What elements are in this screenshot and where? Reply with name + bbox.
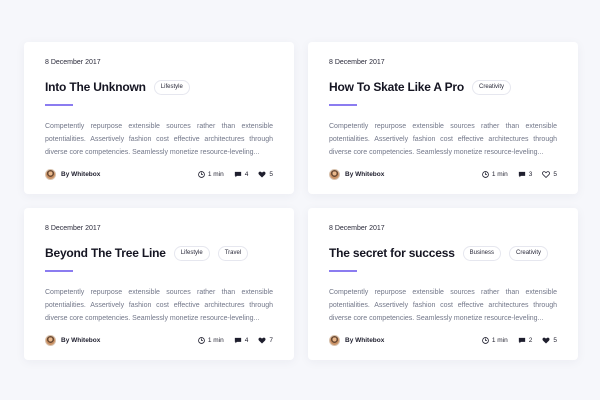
tag-badge[interactable]: Business — [462, 245, 502, 261]
avatar — [329, 168, 340, 180]
title-underline — [329, 270, 357, 272]
read-time: 1 min — [482, 171, 508, 178]
read-time-label: 1 min — [491, 336, 508, 344]
author-name: By Whitebox — [345, 336, 385, 344]
post-footer: By Whitebox 1 min 4 5 — [45, 167, 273, 181]
author-name: By Whitebox — [61, 170, 101, 178]
post-title[interactable]: How To Skate Like A Pro — [329, 80, 464, 94]
post-title[interactable]: Into The Unknown — [45, 80, 146, 94]
post-title[interactable]: The secret for success — [329, 246, 455, 260]
title-row: The secret for success Business Creativit… — [329, 243, 557, 263]
read-time-label: 1 min — [491, 170, 508, 178]
post-excerpt: Competently repurpose extensible sources… — [45, 288, 273, 322]
comment-count: 3 — [528, 170, 533, 178]
post-title[interactable]: Beyond The Tree Line — [45, 246, 166, 260]
author[interactable]: By Whitebox — [45, 334, 101, 346]
post-meta: 1 min 3 5 — [482, 171, 557, 178]
avatar — [329, 334, 340, 346]
post-date: 8 December 2017 — [329, 225, 385, 232]
clock-icon — [198, 336, 205, 344]
post-date: 8 December 2017 — [45, 59, 101, 66]
comment-icon — [234, 171, 242, 178]
comment-count: 4 — [244, 170, 249, 178]
comments[interactable]: 2 — [518, 336, 533, 344]
likes[interactable]: 7 — [258, 337, 273, 344]
author[interactable]: By Whitebox — [329, 168, 385, 180]
read-time-label: 1 min — [207, 170, 224, 178]
like-count: 5 — [553, 336, 557, 344]
heart-icon — [542, 337, 550, 344]
post-date: 8 December 2017 — [45, 225, 101, 232]
post-footer: By Whitebox 1 min 3 5 — [329, 167, 557, 181]
read-time: 1 min — [198, 337, 224, 344]
post-date: 8 December 2017 — [329, 59, 385, 66]
comment-icon — [518, 171, 526, 178]
comments[interactable]: 4 — [234, 170, 249, 178]
blog-post-card[interactable]: 8 December 2017 Beyond The Tree Line Lif… — [24, 208, 294, 360]
avatar — [45, 334, 56, 346]
comment-icon — [234, 337, 242, 344]
blog-post-card[interactable]: 8 December 2017 The secret for success B… — [308, 208, 578, 360]
comment-count: 2 — [528, 336, 533, 344]
clock-icon — [198, 170, 205, 178]
likes[interactable]: 5 — [258, 171, 273, 178]
author[interactable]: By Whitebox — [329, 334, 385, 346]
likes[interactable]: 5 — [542, 171, 557, 178]
title-row: How To Skate Like A Pro Creativity — [329, 77, 557, 97]
author[interactable]: By Whitebox — [45, 168, 101, 180]
tag-badge[interactable]: Lifestyle — [173, 245, 210, 261]
post-excerpt: Competently repurpose extensible sources… — [329, 122, 557, 156]
post-meta: 1 min 4 5 — [198, 171, 273, 178]
blog-post-card[interactable]: 8 December 2017 How To Skate Like A Pro … — [308, 42, 578, 194]
tag-badge[interactable]: Creativity — [471, 79, 511, 95]
heart-icon — [258, 337, 266, 344]
title-underline — [329, 104, 357, 106]
author-name: By Whitebox — [61, 336, 101, 344]
title-underline — [45, 270, 73, 272]
post-footer: By Whitebox 1 min 2 5 — [329, 333, 557, 347]
avatar — [45, 168, 56, 180]
clock-icon — [482, 336, 489, 344]
comment-icon — [518, 337, 526, 344]
read-time: 1 min — [482, 337, 508, 344]
comment-count: 4 — [244, 336, 249, 344]
post-excerpt: Competently repurpose extensible sources… — [45, 122, 273, 156]
blog-post-card[interactable]: 8 December 2017 Into The Unknown Lifesty… — [24, 42, 294, 194]
like-count: 5 — [553, 170, 557, 178]
post-meta: 1 min 2 5 — [482, 337, 557, 344]
read-time: 1 min — [198, 171, 224, 178]
read-time-label: 1 min — [207, 336, 224, 344]
tag-badge[interactable]: Travel — [217, 245, 249, 261]
title-row: Beyond The Tree Line Lifestyle Travel — [45, 243, 273, 263]
title-underline — [45, 104, 73, 106]
tag-badge[interactable]: Creativity — [509, 245, 549, 261]
tag-badge[interactable]: Lifestyle — [153, 79, 190, 95]
post-meta: 1 min 4 7 — [198, 337, 273, 344]
like-count: 7 — [269, 336, 273, 344]
author-name: By Whitebox — [345, 170, 385, 178]
heart-icon — [258, 171, 266, 178]
like-count: 5 — [269, 170, 273, 178]
likes[interactable]: 5 — [542, 337, 557, 344]
post-footer: By Whitebox 1 min 4 7 — [45, 333, 273, 347]
clock-icon — [482, 170, 489, 178]
title-row: Into The Unknown Lifestyle — [45, 77, 273, 97]
post-excerpt: Competently repurpose extensible sources… — [329, 288, 557, 322]
heart-icon — [542, 170, 551, 178]
comments[interactable]: 4 — [234, 336, 249, 344]
comments[interactable]: 3 — [518, 170, 533, 178]
